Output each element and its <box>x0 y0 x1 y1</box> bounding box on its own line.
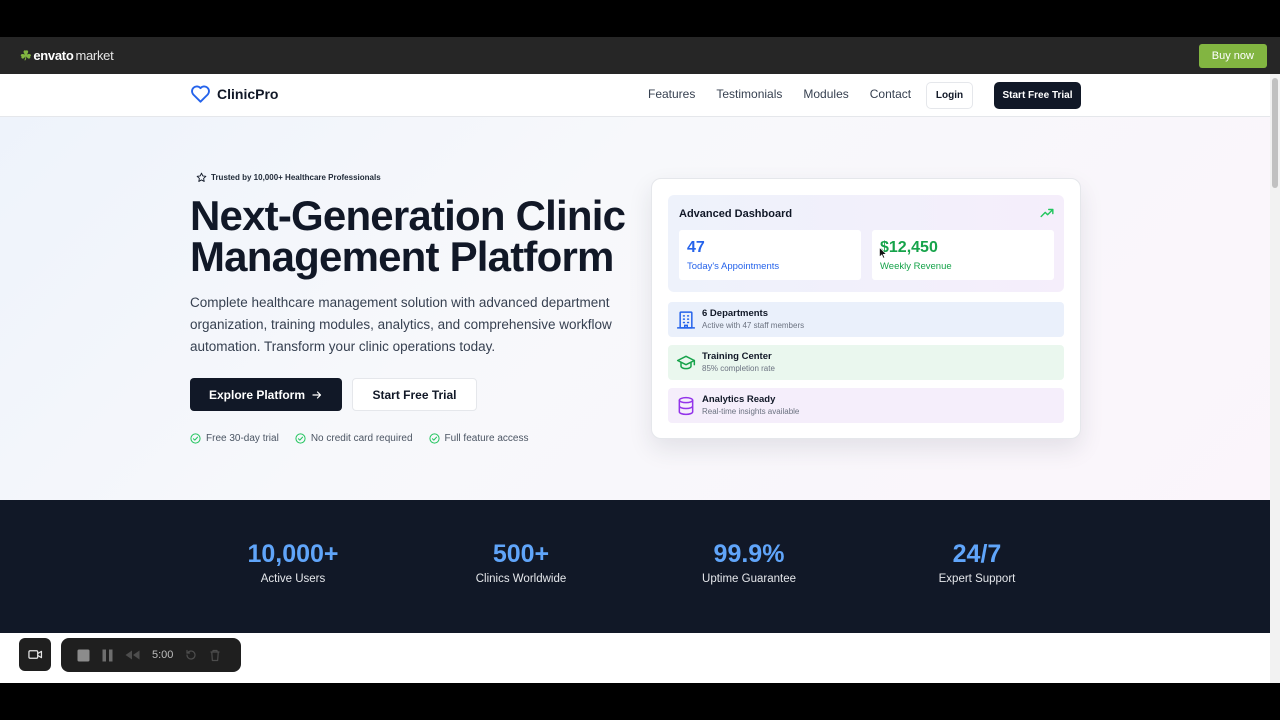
building-icon <box>676 311 696 329</box>
row-subtitle: 85% completion rate <box>702 364 775 373</box>
envato-leaf-icon: ☘ <box>20 47 32 63</box>
perk-label: Full feature access <box>444 433 529 444</box>
star-icon <box>196 172 207 182</box>
perk-label: No credit card required <box>310 433 413 444</box>
dashboard-preview-card: Advanced Dashboard 47 Today's Appointmen… <box>651 178 1081 439</box>
envato-logo-market: market <box>75 48 114 63</box>
band-stat-label: Active Users <box>260 573 326 585</box>
screen-top-letterbox <box>0 0 1280 37</box>
buy-now-button[interactable]: Buy now <box>1198 43 1267 68</box>
brand-logo[interactable]: ClinicPro <box>190 84 278 103</box>
stat-support: 24/7 Expert Support <box>877 540 1077 585</box>
envato-logo-text: envato <box>33 48 74 63</box>
nav-links: Features Testimonials Modules Contact <box>648 87 911 101</box>
login-button[interactable]: Login <box>926 82 973 109</box>
stat-label: Weekly Revenue <box>880 261 952 272</box>
nav-link-contact[interactable]: Contact <box>870 87 911 101</box>
stat-appointments: 47 Today's Appointments <box>679 230 861 280</box>
stat-clinics: 500+ Clinics Worldwide <box>421 540 621 585</box>
stats-band: 10,000+ Active Users 500+ Clinics Worldw… <box>0 500 1270 633</box>
band-stat-value: 10,000+ <box>247 540 339 568</box>
envato-market-bar: ☘ envato market Buy now <box>0 37 1280 74</box>
mouse-cursor-icon <box>879 247 887 259</box>
departments-row: 6 Departments Active with 47 staff membe… <box>668 302 1064 337</box>
database-icon <box>678 396 694 416</box>
headline-line-2: Management Platform <box>190 233 614 280</box>
perks-list: Free 30-day trial No credit card require… <box>190 433 528 444</box>
website-viewport: ClinicPro Features Testimonials Modules … <box>0 74 1270 683</box>
nav-link-modules[interactable]: Modules <box>803 87 848 101</box>
nav-link-features[interactable]: Features <box>648 87 695 101</box>
row-subtitle: Real-time insights available <box>702 407 800 416</box>
graduation-cap-icon <box>676 355 696 370</box>
site-navbar: ClinicPro Features Testimonials Modules … <box>0 74 1270 117</box>
row-title: Training Center <box>702 351 772 362</box>
screen-bottom-letterbox <box>0 683 1280 720</box>
stat-revenue: $12,450 Weekly Revenue <box>872 230 1054 280</box>
band-stat-value: 500+ <box>492 540 550 568</box>
training-row: Training Center 85% completion rate <box>668 345 1064 380</box>
row-title: Analytics Ready <box>702 394 776 405</box>
stop-icon[interactable] <box>77 649 90 662</box>
perk-item: Full feature access <box>428 433 529 444</box>
row-subtitle: Active with 47 staff members <box>702 321 805 330</box>
nav-link-testimonials[interactable]: Testimonials <box>716 87 782 101</box>
analytics-row: Analytics Ready Real-time insights avail… <box>668 388 1064 423</box>
explore-platform-label: Explore Platform <box>208 387 306 402</box>
page-scrollbar[interactable] <box>1270 74 1280 683</box>
stat-users: 10,000+ Active Users <box>193 540 393 585</box>
check-circle-icon <box>190 433 201 444</box>
trash-icon[interactable] <box>209 649 221 662</box>
brand-name: ClinicPro <box>217 85 279 102</box>
trending-up-icon <box>1040 208 1054 218</box>
band-stat-label: Uptime Guarantee <box>702 573 796 585</box>
nav-start-trial-button[interactable]: Start Free Trial <box>994 82 1081 109</box>
perk-label: Free 30-day trial <box>206 433 279 444</box>
headline-line-1: Next-Generation Clinic <box>190 192 626 239</box>
hero-section: Trusted by 10,000+ Healthcare Profession… <box>0 117 1270 500</box>
heart-icon <box>191 85 210 103</box>
band-stat-label: Expert Support <box>938 573 1016 585</box>
hero-subheading: Complete healthcare management solution … <box>190 295 612 354</box>
scrollbar-thumb[interactable] <box>1272 78 1278 188</box>
screen-recorder-toolbar: 5:00 <box>61 638 241 672</box>
row-title: 6 Departments <box>702 308 768 319</box>
recording-timer: 5:00 <box>152 649 174 661</box>
check-circle-icon <box>295 433 306 444</box>
arrow-right-icon <box>312 390 322 399</box>
recorder-camera-button[interactable] <box>19 638 51 671</box>
band-stat-value: 99.9% <box>713 540 785 568</box>
stat-value: 47 <box>687 239 705 256</box>
trusted-badge-text: Trusted by 10,000+ Healthcare Profession… <box>211 173 381 182</box>
explore-platform-button[interactable]: Explore Platform <box>190 378 342 411</box>
pause-icon[interactable] <box>102 649 113 662</box>
perk-item: Free 30-day trial <box>190 433 279 444</box>
hero-headline: Next-Generation Clinic Management Platfo… <box>190 192 630 280</box>
dashboard-summary: Advanced Dashboard 47 Today's Appointmen… <box>668 195 1064 292</box>
check-circle-icon <box>428 433 440 444</box>
stat-label: Today's Appointments <box>687 261 780 272</box>
restart-icon[interactable] <box>185 649 197 661</box>
stat-value: $12,450 <box>880 239 938 256</box>
envato-logo[interactable]: ☘ envato market <box>20 47 114 64</box>
rewind-icon[interactable] <box>125 650 140 660</box>
stat-uptime: 99.9% Uptime Guarantee <box>649 540 849 585</box>
perk-item: No credit card required <box>295 433 413 444</box>
hero-start-trial-button[interactable]: Start Free Trial <box>352 378 477 411</box>
band-stat-value: 24/7 <box>952 540 1002 568</box>
band-stat-label: Clinics Worldwide <box>475 573 567 585</box>
dashboard-title: Advanced Dashboard <box>679 208 793 220</box>
video-camera-icon <box>27 650 42 659</box>
trusted-badge: Trusted by 10,000+ Healthcare Profession… <box>196 172 381 183</box>
